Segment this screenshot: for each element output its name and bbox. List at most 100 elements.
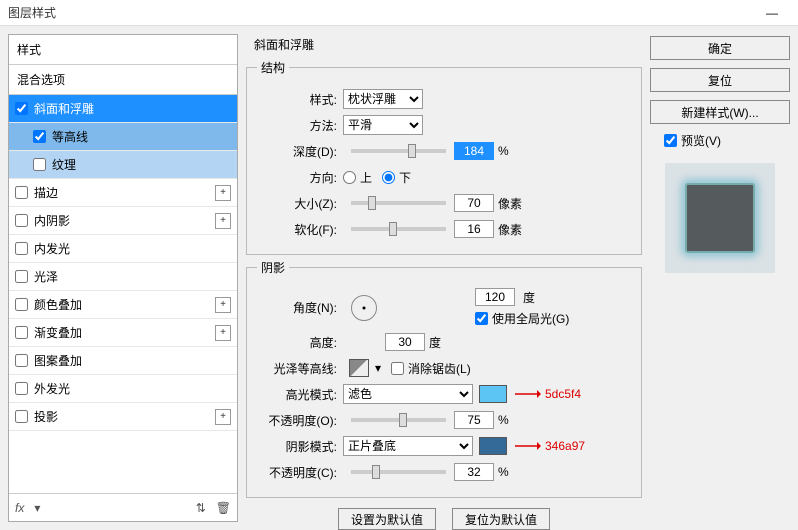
titlebar: 图层样式 — bbox=[0, 0, 798, 26]
shadow-opacity-unit: % bbox=[498, 465, 509, 479]
soften-row: 软化(F): 像素 bbox=[257, 218, 631, 240]
ok-button[interactable]: 确定 bbox=[650, 36, 790, 60]
preview-box bbox=[665, 163, 775, 273]
plus-icon[interactable]: + bbox=[215, 213, 231, 229]
set-default-button[interactable]: 设置为默认值 bbox=[338, 508, 436, 530]
style-item-checkbox[interactable] bbox=[15, 354, 28, 367]
direction-down-radio[interactable]: 下 bbox=[382, 169, 411, 186]
style-item-checkbox[interactable] bbox=[15, 186, 28, 199]
style-item-checkbox[interactable] bbox=[33, 130, 46, 143]
style-item-checkbox[interactable] bbox=[15, 242, 28, 255]
soften-input[interactable] bbox=[454, 220, 494, 238]
new-style-button[interactable]: 新建样式(W)... bbox=[650, 100, 790, 124]
style-item-8[interactable]: 渐变叠加+ bbox=[9, 319, 237, 347]
soften-label: 软化(F): bbox=[257, 221, 337, 238]
styles-footer: fx ▾ ⇅ 🗑 bbox=[9, 493, 237, 521]
depth-input[interactable] bbox=[454, 142, 494, 160]
antialias-label: 消除锯齿(L) bbox=[408, 360, 471, 377]
preview-thumbnail bbox=[685, 183, 755, 253]
style-item-checkbox[interactable] bbox=[15, 382, 28, 395]
blend-options[interactable]: 混合选项 bbox=[9, 65, 237, 95]
panel-heading: 斜面和浮雕 bbox=[246, 34, 642, 53]
technique-label: 方法: bbox=[257, 117, 337, 134]
highlight-opacity-slider[interactable] bbox=[351, 418, 446, 422]
style-item-label: 图案叠加 bbox=[34, 352, 82, 369]
antialias-checkbox[interactable] bbox=[391, 362, 404, 375]
shadow-opacity-slider[interactable] bbox=[351, 470, 446, 474]
settings-panel: 斜面和浮雕 结构 样式: 枕状浮雕 方法: 平滑 深度(D): % 方向: 上 … bbox=[246, 34, 642, 522]
shadow-opacity-row: 不透明度(C): % bbox=[257, 461, 631, 483]
up-down-arrows-icon[interactable]: ⇅ bbox=[196, 501, 206, 515]
technique-select[interactable]: 平滑 bbox=[343, 115, 423, 135]
gloss-row: 光泽等高线: ▾ 消除锯齿(L) bbox=[257, 357, 631, 379]
highlight-mode-row: 高光模式: 滤色 5dc5f4 bbox=[257, 383, 631, 405]
style-item-2[interactable]: 纹理 bbox=[9, 151, 237, 179]
chevron-down-icon[interactable]: ▾ bbox=[34, 501, 40, 515]
style-item-0[interactable]: 斜面和浮雕 bbox=[9, 95, 237, 123]
style-item-11[interactable]: 投影+ bbox=[9, 403, 237, 431]
action-panel: 确定 复位 新建样式(W)... 预览(V) bbox=[650, 34, 790, 522]
soften-slider[interactable] bbox=[351, 227, 446, 231]
shadow-annotation: 346a97 bbox=[515, 439, 585, 453]
style-item-checkbox[interactable] bbox=[15, 214, 28, 227]
reset-default-button[interactable]: 复位为默认值 bbox=[452, 508, 550, 530]
style-item-3[interactable]: 描边+ bbox=[9, 179, 237, 207]
depth-label: 深度(D): bbox=[257, 143, 337, 160]
trash-icon[interactable]: 🗑 bbox=[216, 501, 231, 515]
shadow-opacity-input[interactable] bbox=[454, 463, 494, 481]
preview-checkbox-row[interactable]: 预览(V) bbox=[650, 132, 790, 149]
minimize-icon[interactable]: — bbox=[754, 4, 790, 22]
style-item-checkbox[interactable] bbox=[15, 102, 28, 115]
plus-icon[interactable]: + bbox=[215, 185, 231, 201]
window-title: 图层样式 bbox=[8, 4, 56, 21]
depth-unit: % bbox=[498, 144, 509, 158]
style-label: 样式: bbox=[257, 91, 337, 108]
altitude-row: 高度: 度 bbox=[257, 331, 631, 353]
highlight-opacity-row: 不透明度(O): % bbox=[257, 409, 631, 431]
style-item-7[interactable]: 颜色叠加+ bbox=[9, 291, 237, 319]
direction-label: 方向: bbox=[257, 169, 337, 186]
angle-unit: 度 bbox=[523, 289, 535, 306]
preview-checkbox[interactable] bbox=[664, 134, 677, 147]
highlight-mode-label: 高光模式: bbox=[257, 386, 337, 403]
highlight-mode-select[interactable]: 滤色 bbox=[343, 384, 473, 404]
plus-icon[interactable]: + bbox=[215, 409, 231, 425]
style-item-1[interactable]: 等高线 bbox=[9, 123, 237, 151]
angle-dial[interactable] bbox=[351, 295, 377, 321]
highlight-opacity-input[interactable] bbox=[454, 411, 494, 429]
style-item-9[interactable]: 图案叠加 bbox=[9, 347, 237, 375]
style-item-checkbox[interactable] bbox=[15, 326, 28, 339]
size-input[interactable] bbox=[454, 194, 494, 212]
angle-input[interactable] bbox=[475, 288, 515, 306]
style-item-5[interactable]: 内发光 bbox=[9, 235, 237, 263]
style-select[interactable]: 枕状浮雕 bbox=[343, 89, 423, 109]
style-item-checkbox[interactable] bbox=[15, 410, 28, 423]
style-item-10[interactable]: 外发光 bbox=[9, 375, 237, 403]
style-item-checkbox[interactable] bbox=[33, 158, 46, 171]
depth-slider[interactable] bbox=[351, 149, 446, 153]
size-unit: 像素 bbox=[498, 195, 522, 212]
style-item-6[interactable]: 光泽 bbox=[9, 263, 237, 291]
direction-up-radio[interactable]: 上 bbox=[343, 169, 372, 186]
highlight-color-chip[interactable] bbox=[479, 385, 507, 403]
cancel-button[interactable]: 复位 bbox=[650, 68, 790, 92]
style-item-checkbox[interactable] bbox=[15, 270, 28, 283]
chevron-down-icon[interactable]: ▾ bbox=[375, 361, 381, 375]
size-row: 大小(Z): 像素 bbox=[257, 192, 631, 214]
style-item-checkbox[interactable] bbox=[15, 298, 28, 311]
size-label: 大小(Z): bbox=[257, 195, 337, 212]
global-light-checkbox[interactable] bbox=[475, 312, 488, 325]
gloss-contour-swatch[interactable] bbox=[349, 359, 369, 377]
shadow-mode-select[interactable]: 正片叠底 bbox=[343, 436, 473, 456]
style-item-4[interactable]: 内阴影+ bbox=[9, 207, 237, 235]
shading-group: 阴影 角度(N): 度 使用全局光(G) bbox=[246, 259, 642, 498]
size-slider[interactable] bbox=[351, 201, 446, 205]
plus-icon[interactable]: + bbox=[215, 325, 231, 341]
altitude-label: 高度: bbox=[257, 334, 337, 351]
fx-icon[interactable]: fx bbox=[15, 501, 24, 515]
angle-label: 角度(N): bbox=[257, 299, 337, 316]
shadow-color-chip[interactable] bbox=[479, 437, 507, 455]
altitude-input[interactable] bbox=[385, 333, 425, 351]
plus-icon[interactable]: + bbox=[215, 297, 231, 313]
technique-row: 方法: 平滑 bbox=[257, 114, 631, 136]
